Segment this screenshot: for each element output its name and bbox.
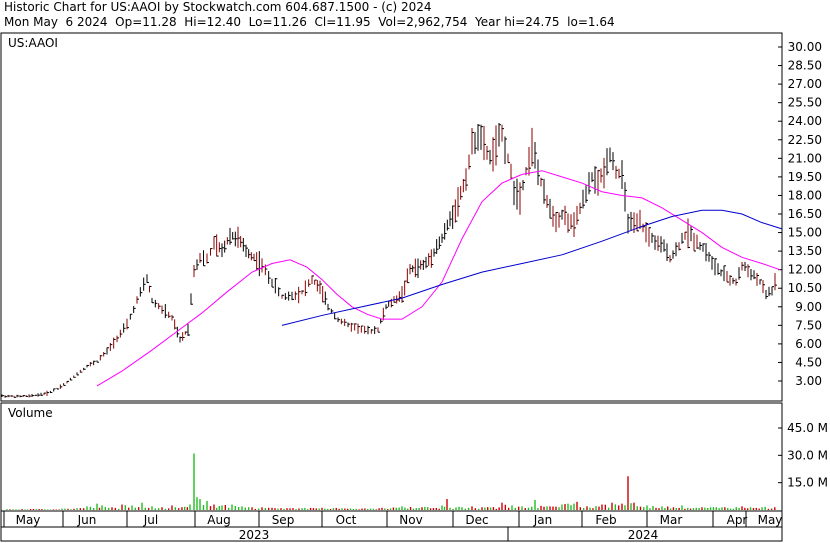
price-tick-label: 7.50 (795, 318, 822, 332)
price-tick-label: 21.00 (788, 151, 822, 165)
month-label: Nov (399, 513, 422, 527)
year-label: 2024 (628, 528, 659, 542)
price-tick-label: 13.50 (788, 244, 822, 258)
symbol-label: US:AAOI (8, 36, 58, 50)
price-tick-label: 24.00 (788, 114, 822, 128)
volume-tick-label: 45.0 M (787, 421, 828, 435)
month-label: May (16, 513, 41, 527)
price-tick-label: 4.50 (795, 355, 822, 369)
price-axis: 3.00 4.50 6.00 7.50 9.00 10.50 12.00 13.50 15.00… (778, 40, 822, 388)
price-tick-label: 16.50 (788, 207, 822, 221)
chart-window: Historic Chart for US:AAOI by Stockwatch… (0, 0, 830, 543)
volume-axis: 15.0 M 30.0 M 45.0 M (778, 421, 828, 490)
price-tick-label: 9.00 (795, 300, 822, 314)
year-labels: 2023 2024 (239, 527, 659, 542)
month-label: Jan (533, 513, 553, 527)
price-tick-label: 19.50 (788, 170, 822, 184)
price-tick-label: 25.50 (788, 96, 822, 110)
price-tick-label: 18.00 (788, 188, 822, 202)
price-panel-frame (0, 32, 783, 402)
volume-tick-label: 30.0 M (787, 448, 828, 462)
month-label: Mar (660, 513, 683, 527)
month-label: Jul (143, 513, 158, 527)
volume-bars (6, 453, 776, 510)
price-tick-label: 22.50 (788, 133, 822, 147)
price-bars (1, 123, 777, 398)
price-tick-label: 10.50 (788, 281, 822, 295)
month-label: Sep (272, 513, 295, 527)
month-label: Aug (207, 513, 230, 527)
price-tick-label: 15.00 (788, 226, 822, 240)
volume-tick-label: 15.0 M (787, 476, 828, 490)
month-label: Oct (336, 513, 357, 527)
price-tick-label: 28.50 (788, 59, 822, 73)
price-tick-label: 3.00 (795, 374, 822, 388)
price-tick-label: 27.00 (788, 77, 822, 91)
volume-panel-frame (0, 402, 783, 512)
month-label: May (758, 513, 783, 527)
month-label: Feb (595, 513, 616, 527)
month-label: Jun (77, 513, 97, 527)
month-label: Dec (465, 513, 488, 527)
price-tick-label: 6.00 (795, 337, 822, 351)
volume-label: Volume (8, 406, 53, 420)
year-label: 2023 (239, 528, 270, 542)
short-moving-average (96, 170, 781, 387)
price-chart: US:AAOI Volume 3.00 4.50 6.00 7.50 9.00 10.50… (0, 32, 828, 542)
price-tick-label: 30.00 (788, 40, 822, 54)
long-moving-average (281, 209, 783, 326)
month-label: Apr (727, 513, 748, 527)
month-labels: May Jun Jul Aug Sep Oct Nov Dec Jan Feb Mar Apr May (3, 511, 783, 527)
price-tick-label: 12.00 (788, 263, 822, 277)
